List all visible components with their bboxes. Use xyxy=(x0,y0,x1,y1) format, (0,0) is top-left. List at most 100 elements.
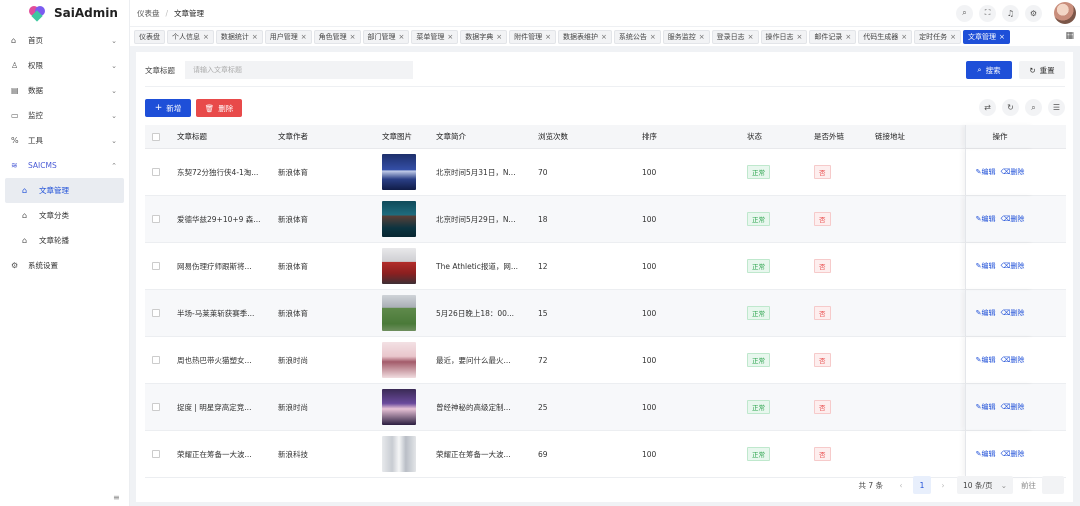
edit-button[interactable]: ✎编辑 xyxy=(976,261,996,271)
sidebar-item-article-carousel[interactable]: ⌂ 文章轮播 xyxy=(0,228,129,253)
close-icon[interactable]: × xyxy=(203,33,209,41)
row-checkbox[interactable] xyxy=(152,262,160,270)
reset-button[interactable]: ↻ 重置 xyxy=(1019,61,1065,79)
delete-button[interactable]: 🗑 删除 xyxy=(196,99,242,117)
article-thumbnail[interactable] xyxy=(382,436,416,472)
edit-button[interactable]: ✎编辑 xyxy=(976,449,996,459)
sidebar-item-article-manage[interactable]: ⌂ 文章管理 xyxy=(5,178,124,203)
tab-item[interactable]: 部门管理 × xyxy=(362,29,410,44)
article-thumbnail[interactable] xyxy=(382,342,416,378)
settings-icon[interactable]: ⚙ xyxy=(1025,4,1042,22)
tab-item[interactable]: 定时任务 × xyxy=(914,29,961,44)
jump-page-input[interactable] xyxy=(1042,476,1064,494)
edit-button[interactable]: ✎编辑 xyxy=(976,308,996,318)
table-row[interactable]: 周也热巴带火猫塑女... 新浪时尚 最近，要问什么最火... 72 100 正常 否 ✎编辑 ⌫… xyxy=(145,337,1066,384)
page-size-select[interactable]: 10 条/页 ⌄ xyxy=(957,476,1013,494)
sidebar-item-data[interactable]: ▤ 数据 ⌄ xyxy=(0,78,129,103)
row-checkbox[interactable] xyxy=(152,309,160,317)
edit-button[interactable]: ✎编辑 xyxy=(976,167,996,177)
sidebar-item-saicms[interactable]: ≋ SAICMS ⌃ xyxy=(0,153,129,178)
row-checkbox[interactable] xyxy=(152,215,160,223)
title-search-input[interactable] xyxy=(185,61,413,79)
avatar[interactable] xyxy=(1054,2,1076,24)
search-button[interactable]: ⌕ 搜索 xyxy=(966,61,1012,79)
close-icon[interactable]: × xyxy=(399,33,405,41)
grid-menu-icon[interactable]: ▦ xyxy=(1065,31,1074,41)
close-icon[interactable]: × xyxy=(797,33,803,41)
article-thumbnail[interactable] xyxy=(382,201,416,237)
tab-item[interactable]: 文章管理 × xyxy=(963,29,1010,44)
sidebar-item-permission[interactable]: ♙ 权限 ⌄ xyxy=(0,53,129,78)
sidebar-item-article-category[interactable]: ⌂ 文章分类 xyxy=(0,203,129,228)
tab-item[interactable]: 仪表盘 xyxy=(134,29,165,44)
prev-page-icon[interactable]: ‹ xyxy=(893,481,909,490)
tab-item[interactable]: 数据字典 × xyxy=(460,29,508,44)
article-thumbnail[interactable] xyxy=(382,248,416,284)
delete-row-button[interactable]: ⌫删除 xyxy=(1000,261,1024,271)
table-row[interactable]: 捉度 | 明星穿高定竞... 新浪时尚 曾经神秘的高级定制... 25 100 正常 否 ✎编… xyxy=(145,384,1066,431)
close-icon[interactable]: × xyxy=(447,33,453,41)
column-settings-icon[interactable]: ☰ xyxy=(1048,99,1065,116)
breadcrumb-item[interactable]: 仪表盘 xyxy=(137,8,160,19)
logo[interactable]: SaiAdmin xyxy=(0,0,129,26)
collapse-sidebar-icon[interactable]: ≡ xyxy=(113,493,120,502)
sidebar-item-home[interactable]: ⌂ 首页 ⌄ xyxy=(0,28,129,53)
close-icon[interactable]: × xyxy=(350,33,356,41)
tab-item[interactable]: 数据表维护 × xyxy=(558,29,612,44)
close-icon[interactable]: × xyxy=(301,33,307,41)
delete-row-button[interactable]: ⌫删除 xyxy=(1000,355,1024,365)
add-button[interactable]: + 新增 xyxy=(145,99,191,117)
tab-item[interactable]: 角色管理 × xyxy=(313,29,361,44)
tab-item[interactable]: 操作日志 × xyxy=(760,29,808,44)
close-icon[interactable]: × xyxy=(650,33,656,41)
close-icon[interactable]: × xyxy=(545,33,551,41)
edit-button[interactable]: ✎编辑 xyxy=(976,402,996,412)
table-row[interactable]: 爱德华兹29+10+9 森... 新浪体育 北京时间5月29日，N... 18 100 正… xyxy=(145,196,1066,243)
edit-button[interactable]: ✎编辑 xyxy=(976,355,996,365)
search-icon[interactable]: ⌕ xyxy=(956,4,973,22)
tab-item[interactable]: 系统公告 × xyxy=(613,29,661,44)
close-icon[interactable]: × xyxy=(496,33,502,41)
search-icon[interactable]: ⌕ xyxy=(1025,99,1042,116)
delete-row-button[interactable]: ⌫删除 xyxy=(1000,449,1024,459)
close-icon[interactable]: × xyxy=(699,33,705,41)
page-number[interactable]: 1 xyxy=(913,476,931,494)
close-icon[interactable]: × xyxy=(999,33,1005,41)
tab-item[interactable]: 用户管理 × xyxy=(264,29,312,44)
bell-icon[interactable]: ♫ xyxy=(1002,4,1019,22)
article-thumbnail[interactable] xyxy=(382,295,416,331)
table-row[interactable]: 半场-马莱莱斩获赛季... 新浪体育 5月26日晚上18：00... 15 100 正常 否… xyxy=(145,290,1066,337)
close-icon[interactable]: × xyxy=(901,33,907,41)
close-icon[interactable]: × xyxy=(845,33,851,41)
tab-item[interactable]: 服务监控 × xyxy=(662,29,710,44)
delete-row-button[interactable]: ⌫删除 xyxy=(1000,167,1024,177)
table-row[interactable]: 东契72分独行侠4-1淘... 新浪体育 北京时间5月31日，N... 70 100 正常… xyxy=(145,149,1066,196)
row-checkbox[interactable] xyxy=(152,168,160,176)
tab-item[interactable]: 个人信息 × xyxy=(167,29,214,44)
tab-item[interactable]: 代码生成器 × xyxy=(858,29,913,44)
tab-item[interactable]: 邮件记录 × xyxy=(809,29,857,44)
delete-row-button[interactable]: ⌫删除 xyxy=(1000,214,1024,224)
close-icon[interactable]: × xyxy=(748,33,754,41)
delete-row-button[interactable]: ⌫删除 xyxy=(1000,308,1024,318)
row-checkbox[interactable] xyxy=(152,403,160,411)
sidebar-item-monitor[interactable]: ▭ 监控 ⌄ xyxy=(0,103,129,128)
article-thumbnail[interactable] xyxy=(382,154,416,190)
swap-icon[interactable]: ⇄ xyxy=(979,99,996,116)
table-row[interactable]: 荣耀正在筹备一大波... 新浪科技 荣耀正在筹备一大波... 69 100 正常 否 ✎编辑 ⌫… xyxy=(145,431,1066,478)
article-thumbnail[interactable] xyxy=(382,389,416,425)
fullscreen-icon[interactable]: ⛶ xyxy=(979,4,996,22)
close-icon[interactable]: × xyxy=(601,33,607,41)
tab-item[interactable]: 数据统计 × xyxy=(215,29,263,44)
delete-row-button[interactable]: ⌫删除 xyxy=(1000,402,1024,412)
tab-item[interactable]: 附件管理 × xyxy=(509,29,556,44)
tab-item[interactable]: 菜单管理 × xyxy=(411,29,459,44)
refresh-icon[interactable]: ↻ xyxy=(1002,99,1019,116)
select-all-checkbox[interactable] xyxy=(152,132,160,141)
close-icon[interactable]: × xyxy=(950,33,956,41)
tab-item[interactable]: 登录日志 × xyxy=(711,29,759,44)
next-page-icon[interactable]: › xyxy=(935,481,951,490)
row-checkbox[interactable] xyxy=(152,356,160,364)
close-icon[interactable]: × xyxy=(252,33,258,41)
sidebar-item-tools[interactable]: % 工具 ⌄ xyxy=(0,128,129,153)
